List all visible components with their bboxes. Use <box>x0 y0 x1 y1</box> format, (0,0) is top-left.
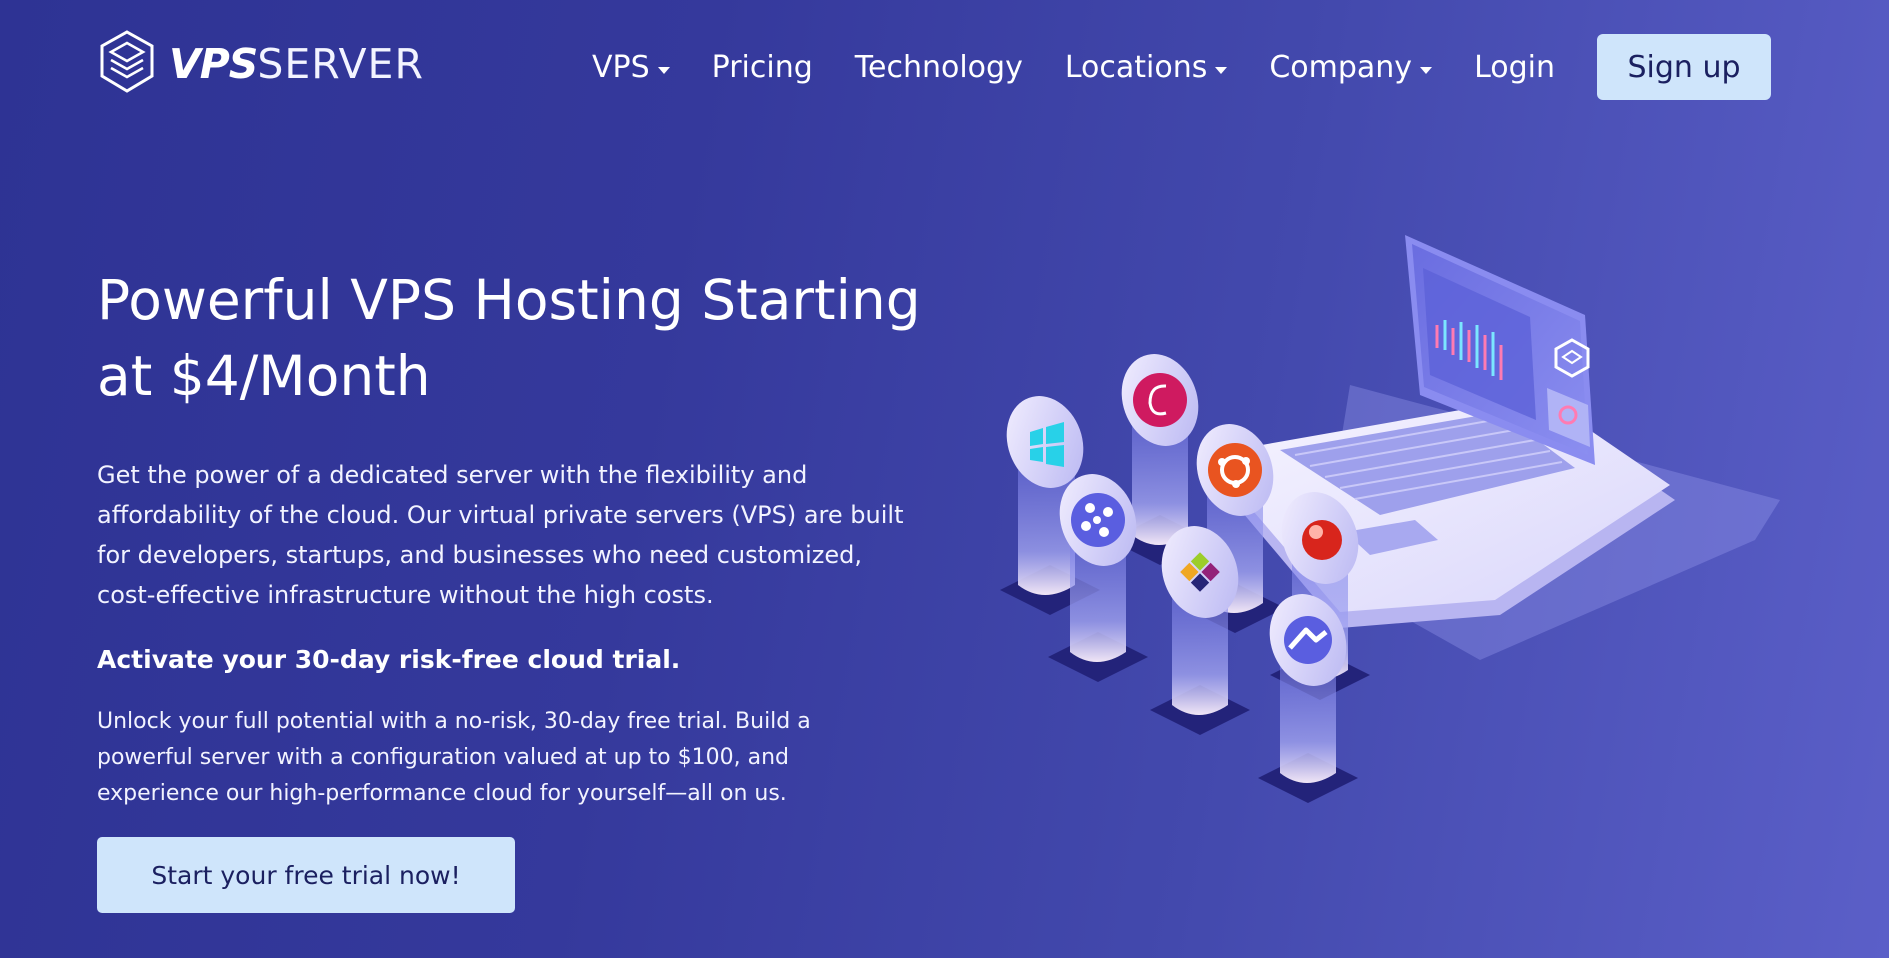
brand-wordmark-thin: SERVER <box>257 39 424 88</box>
brand-logo[interactable]: VPSSERVER <box>97 29 424 99</box>
nav-item-label: VPS <box>592 49 650 85</box>
main-nav: VPS Pricing Technology Locations Company… <box>592 34 1771 100</box>
nav-item-label: Company <box>1269 49 1413 85</box>
brand-wordmark-bold: VPS <box>169 39 258 88</box>
chevron-down-icon <box>657 66 670 74</box>
hero-description: Get the power of a dedicated server with… <box>97 461 904 609</box>
nav-item-company[interactable]: Company <box>1269 49 1433 85</box>
trial-description: Unlock your full potential with a no-ris… <box>97 709 811 806</box>
isometric-laptop-illustration <box>1000 235 1780 803</box>
nav-item-vps[interactable]: VPS <box>592 50 670 85</box>
chevron-down-icon <box>1215 66 1228 74</box>
brand-wordmark: VPSSERVER <box>169 43 424 85</box>
trial-heading: Activate your 30-day risk-free cloud tri… <box>97 645 681 674</box>
nav-item-locations[interactable]: Locations <box>1065 50 1228 85</box>
page: VPSSERVER VPS Pricing Technology Locatio… <box>0 0 1889 958</box>
logo-stack-icon <box>100 30 154 93</box>
nav-item-technology[interactable]: Technology <box>855 50 1023 85</box>
hero-illustration <box>940 210 1780 830</box>
nav-item-label: Technology <box>854 49 1023 85</box>
chevron-down-icon <box>1420 66 1433 74</box>
nav-item-label: Login <box>1474 49 1556 85</box>
signup-button[interactable]: Sign up <box>1597 34 1771 100</box>
nav-item-pricing[interactable]: Pricing <box>712 50 813 85</box>
nav-item-login[interactable]: Login <box>1474 50 1555 85</box>
nav-item-label: Locations <box>1064 49 1208 85</box>
nav-item-label: Pricing <box>711 49 813 85</box>
start-free-trial-button[interactable]: Start your free trial now! <box>97 837 515 913</box>
hero-title: Powerful VPS Hosting Starting at $4/Mont… <box>97 268 921 408</box>
